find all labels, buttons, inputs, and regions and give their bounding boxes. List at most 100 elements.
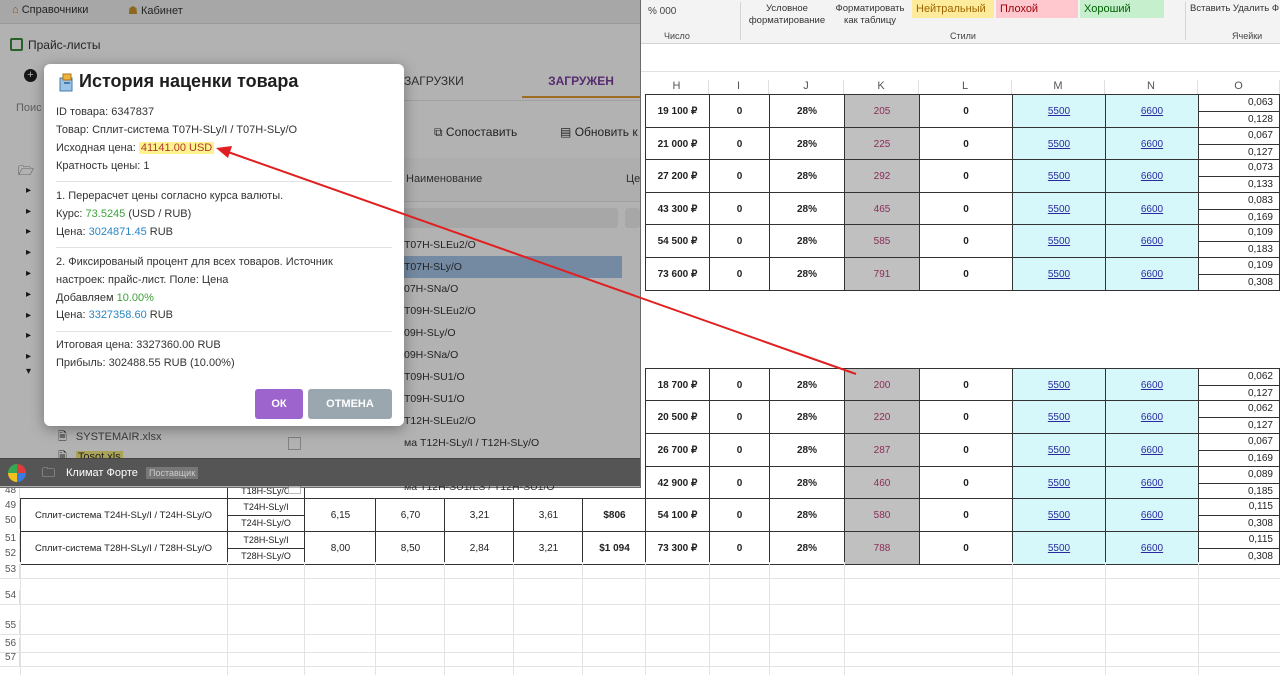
row-number[interactable]: 56 (0, 638, 20, 652)
cell-m[interactable]: 5500 (1012, 400, 1106, 434)
cell-n[interactable]: 6600 (1105, 466, 1199, 500)
cell-m[interactable]: 5500 (1012, 498, 1106, 532)
cell-k[interactable]: 585 (844, 224, 920, 258)
col-header-h[interactable]: H (645, 80, 709, 94)
row-number[interactable]: 51 (0, 533, 20, 547)
cell-h[interactable]: 43 300 ₽ (645, 192, 710, 226)
cell-h[interactable]: 73 600 ₽ (645, 257, 710, 291)
cell-o-bottom[interactable]: 0,308 (1198, 273, 1280, 291)
cell-e[interactable]: 2,84 (444, 531, 515, 565)
cell-j[interactable]: 28% (769, 127, 845, 161)
cell-l[interactable]: 0 (919, 159, 1013, 193)
cell-m[interactable]: 5500 (1012, 257, 1106, 291)
cell-h[interactable]: 26 700 ₽ (645, 433, 710, 467)
cell-k[interactable]: 465 (844, 192, 920, 226)
cell-l[interactable]: 0 (919, 192, 1013, 226)
style-good[interactable]: Хороший (1080, 0, 1164, 18)
cell-k[interactable]: 460 (844, 466, 920, 500)
col-header-n[interactable]: N (1105, 80, 1198, 94)
cell-d[interactable]: 8,50 (375, 531, 446, 565)
col-header-k[interactable]: K (844, 80, 919, 94)
ok-button[interactable]: ОК (255, 389, 303, 419)
cell-f[interactable]: 3,61 (513, 498, 584, 532)
cell-o-top[interactable]: 0,073 (1198, 159, 1280, 177)
cell-m[interactable]: 5500 (1012, 159, 1106, 193)
cell-product-name[interactable]: Сплит-система T28H-SLy/I / T28H-SLy/O (20, 531, 228, 565)
row-number[interactable]: 53 (0, 564, 20, 578)
cell-d[interactable]: 6,70 (375, 498, 446, 532)
cell-h[interactable]: 73 300 ₽ (645, 531, 710, 565)
cell-o-bottom[interactable]: 0,308 (1198, 514, 1280, 532)
cell-n[interactable]: 6600 (1105, 433, 1199, 467)
cell-l[interactable]: 0 (919, 531, 1013, 565)
row-number[interactable]: 57 (0, 652, 20, 666)
style-neutral[interactable]: Нейтральный (912, 0, 994, 18)
cell-o-top[interactable]: 0,063 (1198, 94, 1280, 112)
cell-o-top[interactable]: 0,115 (1198, 498, 1280, 516)
cell-j[interactable]: 28% (769, 159, 845, 193)
supplier-name[interactable]: Климат Форте (66, 467, 138, 479)
cell-k[interactable]: 287 (844, 433, 920, 467)
col-header-j[interactable]: J (769, 80, 844, 94)
cell-l[interactable]: 0 (919, 127, 1013, 161)
cell-o-bottom[interactable]: 0,183 (1198, 240, 1280, 258)
conditional-formatting-button[interactable]: Условное форматирование (744, 3, 830, 27)
cell-i[interactable]: 0 (709, 466, 770, 500)
cell-h[interactable]: 18 700 ₽ (645, 368, 710, 402)
cell-n[interactable]: 6600 (1105, 127, 1199, 161)
style-bad[interactable]: Плохой (996, 0, 1078, 18)
cell-l[interactable]: 0 (919, 368, 1013, 402)
cell-n[interactable]: 6600 (1105, 531, 1199, 565)
cell-l[interactable]: 0 (919, 400, 1013, 434)
row-number[interactable]: 55 (0, 620, 20, 634)
cell-n[interactable]: 6600 (1105, 498, 1199, 532)
cell-j[interactable]: 28% (769, 368, 845, 402)
cell-k[interactable]: 788 (844, 531, 920, 565)
cell-h[interactable]: 42 900 ₽ (645, 466, 710, 500)
cell-l[interactable]: 0 (919, 433, 1013, 467)
insert-delete-buttons[interactable]: Вставить Удалить Ф (1190, 3, 1279, 14)
cell-k[interactable]: 791 (844, 257, 920, 291)
cell-m[interactable]: 5500 (1012, 466, 1106, 500)
cancel-button[interactable]: ОТМЕНА (308, 389, 392, 419)
cell-i[interactable]: 0 (709, 127, 770, 161)
cell-i[interactable]: 0 (709, 257, 770, 291)
cell-k[interactable]: 225 (844, 127, 920, 161)
cell-sub-bottom[interactable]: T28H-SLy/O (227, 547, 305, 565)
cell-h[interactable]: 20 500 ₽ (645, 400, 710, 434)
col-header-m[interactable]: M (1012, 80, 1105, 94)
cell-m[interactable]: 5500 (1012, 433, 1106, 467)
cell-i[interactable]: 0 (709, 433, 770, 467)
cell-c[interactable]: 6,15 (304, 498, 377, 532)
row-number[interactable]: 54 (0, 590, 20, 604)
cell-l[interactable]: 0 (919, 466, 1013, 500)
cell-o-bottom[interactable]: 0,133 (1198, 175, 1280, 193)
cell-n[interactable]: 6600 (1105, 368, 1199, 402)
cell-j[interactable]: 28% (769, 257, 845, 291)
row-number[interactable]: 52 (0, 548, 20, 562)
cell-h[interactable]: 21 000 ₽ (645, 127, 710, 161)
cell-n[interactable]: 6600 (1105, 400, 1199, 434)
cell-c[interactable]: 8,00 (304, 531, 377, 565)
cell-k[interactable]: 220 (844, 400, 920, 434)
cell-e[interactable]: 3,21 (444, 498, 515, 532)
cell-o-bottom[interactable]: 0,128 (1198, 110, 1280, 128)
cell-k[interactable]: 205 (844, 94, 920, 128)
cell-m[interactable]: 5500 (1012, 94, 1106, 128)
row-number[interactable]: 49 (0, 500, 20, 514)
cell-sub-top[interactable]: T24H-SLy/I (227, 498, 305, 516)
cell-h[interactable]: 19 100 ₽ (645, 94, 710, 128)
cell-o-top[interactable]: 0,109 (1198, 257, 1280, 275)
cell-o-top[interactable]: 0,062 (1198, 400, 1280, 418)
cell-n[interactable]: 6600 (1105, 192, 1199, 226)
cell-n[interactable]: 6600 (1105, 94, 1199, 128)
cell-o-top[interactable]: 0,062 (1198, 368, 1280, 386)
cell-l[interactable]: 0 (919, 257, 1013, 291)
cell-j[interactable]: 28% (769, 192, 845, 226)
cell-sub-bottom[interactable]: T24H-SLy/O (227, 514, 305, 532)
cell-i[interactable]: 0 (709, 400, 770, 434)
cell-j[interactable]: 28% (769, 433, 845, 467)
cell-g[interactable]: $1 094 (582, 531, 647, 565)
cell-j[interactable]: 28% (769, 466, 845, 500)
cell-g[interactable]: $806 (582, 498, 647, 532)
